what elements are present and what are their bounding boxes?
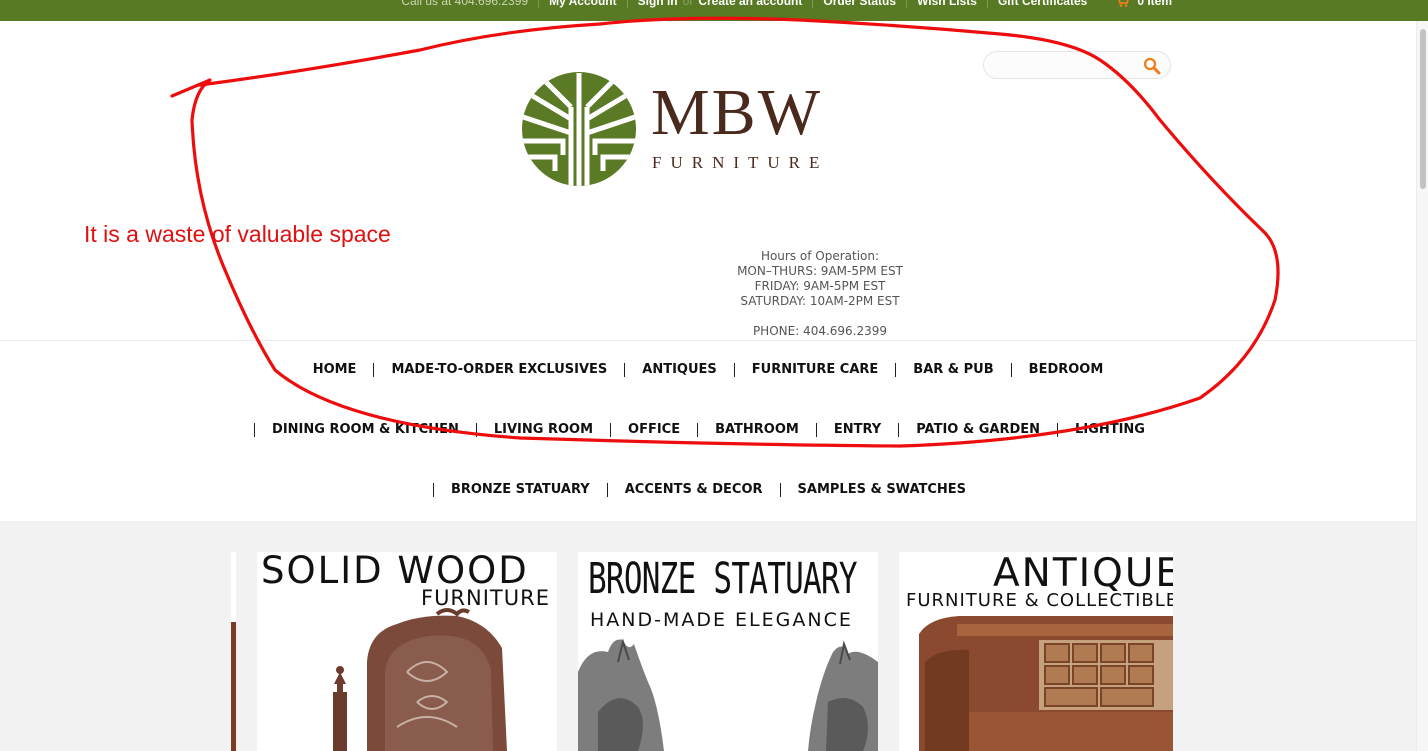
my-account-link[interactable]: My Account xyxy=(549,0,617,8)
top-bar: Call us at 404.696.2399 My Account Sign … xyxy=(0,0,1428,21)
divider xyxy=(626,0,628,8)
banner-bronze-statuary[interactable]: BRONZE STATUARY HAND-MADE ELEGANCE xyxy=(578,552,878,751)
banner-subtitle: HAND-MADE ELEGANCE xyxy=(590,609,853,631)
divider xyxy=(986,0,988,8)
main-nav-row: DINING ROOM & KITCHEN LIVING ROOM OFFICE… xyxy=(0,422,1416,438)
or-text: or xyxy=(682,0,694,8)
divider xyxy=(538,0,540,8)
banner-title: BRONZE STATUARY xyxy=(588,554,858,604)
divider xyxy=(906,0,908,8)
banner-edge xyxy=(231,552,236,751)
sign-in-link[interactable]: Sign in xyxy=(638,0,678,8)
wood-image-edge xyxy=(231,622,236,751)
nav-item-entry[interactable]: ENTRY xyxy=(817,422,898,438)
banner-solid-wood[interactable]: SOLID WOOD FURNITURE xyxy=(257,552,557,751)
main-nav-row: HOME MADE-TO-ORDER EXCLUSIVES ANTIQUES F… xyxy=(0,362,1416,378)
gift-certificates-link[interactable]: Gift Certificates xyxy=(998,0,1087,8)
hours-title: Hours of Operation: xyxy=(760,249,880,263)
cart-link[interactable]: 0 Item xyxy=(1137,0,1172,8)
nav-item-office[interactable]: OFFICE xyxy=(611,422,697,438)
nav-item-antiques[interactable]: ANTIQUES xyxy=(625,362,734,378)
main-nav-row: BRONZE STATUARY ACCENTS & DECOR SAMPLES … xyxy=(0,482,1416,498)
logo-subtitle: FURNITURE xyxy=(652,153,829,172)
divider xyxy=(812,0,814,8)
nav-item-accents-decor[interactable]: ACCENTS & DECOR xyxy=(608,482,780,498)
site-logo[interactable]: MBW FURNITURE xyxy=(521,70,883,188)
top-links: Call us at 404.696.2399 My Account Sign … xyxy=(401,0,1172,8)
hours-line: SATURDAY: 10AM-2PM EST xyxy=(740,294,900,308)
nav-item-living-room[interactable]: LIVING ROOM xyxy=(477,422,610,438)
nav-item-bronze-statuary[interactable]: BRONZE STATUARY xyxy=(434,482,607,498)
annotation-note: It is a waste of valuable space xyxy=(84,221,391,247)
order-status-link[interactable]: Order Status xyxy=(823,0,896,8)
logo-wordmark: MBW xyxy=(651,76,822,149)
nav-divider xyxy=(0,340,1416,341)
hours-line: FRIDAY: 9AM-5PM EST xyxy=(754,279,886,293)
page-scrollbar[interactable] xyxy=(1416,21,1428,751)
cart-icon[interactable] xyxy=(1115,0,1130,7)
hours-of-operation: Hours of Operation: MON–THURS: 9AM-5PM E… xyxy=(620,249,1020,339)
call-us-text: Call us at 404.696.2399 xyxy=(401,0,529,8)
hours-line: MON–THURS: 9AM-5PM EST xyxy=(737,264,903,278)
page: Call us at 404.696.2399 My Account Sign … xyxy=(0,0,1428,751)
nav-item-made-to-order[interactable]: MADE-TO-ORDER EXCLUSIVES xyxy=(374,362,624,378)
search-box[interactable] xyxy=(983,51,1171,79)
nav-item-bathroom[interactable]: BATHROOM xyxy=(698,422,816,438)
tree-emblem-icon xyxy=(522,72,636,186)
nav-item-bedroom[interactable]: BEDROOM xyxy=(1012,362,1121,378)
search-icon[interactable] xyxy=(1143,57,1161,75)
nav-item-bar-pub[interactable]: BAR & PUB xyxy=(896,362,1010,378)
scrollbar-thumb[interactable] xyxy=(1420,29,1426,189)
phone-number: PHONE: 404.696.2399 xyxy=(752,324,888,338)
nav-item-patio-garden[interactable]: PATIO & GARDEN xyxy=(899,422,1057,438)
banner-antiques[interactable]: ANTIQUE FURNITURE & COLLECTIBLES xyxy=(899,552,1173,751)
wish-lists-link[interactable]: Wish Lists xyxy=(917,0,977,8)
banner-subtitle: FURNITURE & COLLECTIBLES xyxy=(906,590,1173,611)
nav-item-furniture-care[interactable]: FURNITURE CARE xyxy=(735,362,896,378)
nav-item-home[interactable]: HOME xyxy=(296,362,374,378)
banner-subtitle: FURNITURE xyxy=(420,586,550,610)
create-account-link[interactable]: Create an account xyxy=(698,0,802,8)
nav-item-dining-kitchen[interactable]: DINING ROOM & KITCHEN xyxy=(255,422,476,438)
nav-item-lighting[interactable]: LIGHTING xyxy=(1058,422,1162,438)
search-input[interactable] xyxy=(992,55,1132,75)
nav-item-samples-swatches[interactable]: SAMPLES & SWATCHES xyxy=(781,482,984,498)
